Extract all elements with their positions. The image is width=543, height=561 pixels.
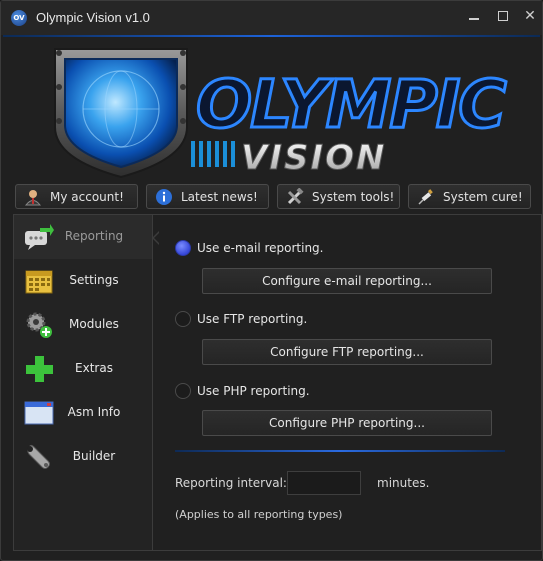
window-icon: [24, 401, 54, 425]
ftp-reporting-label[interactable]: Use FTP reporting.: [197, 312, 307, 326]
interval-unit: minutes.: [377, 476, 430, 490]
email-reporting-radio[interactable]: [175, 240, 191, 256]
minimize-icon: [469, 18, 479, 20]
interval-note: (Applies to all reporting types): [175, 508, 343, 521]
email-reporting-label[interactable]: Use e-mail reporting.: [197, 241, 324, 255]
title-bar: OV Olympic Vision v1.0 ✕: [1, 1, 542, 35]
tools-icon: [287, 188, 304, 205]
configure-email-button[interactable]: Configure e-mail reporting...: [202, 268, 492, 294]
sidebar-item-label: Extras: [75, 361, 113, 375]
maximize-button[interactable]: [492, 5, 514, 27]
gears-icon: [26, 312, 52, 338]
interval-input[interactable]: [287, 471, 361, 495]
system-cure-button[interactable]: System cure!: [408, 184, 531, 209]
user-icon: [24, 190, 42, 206]
section-divider: [175, 450, 505, 452]
my-account-label: My account!: [50, 190, 124, 204]
sidebar-item-label: Settings: [69, 273, 119, 287]
close-icon: ✕: [524, 8, 536, 24]
plus-icon: [26, 356, 53, 382]
info-icon: [156, 189, 172, 205]
sidebar-item-asm-info[interactable]: Asm Info: [14, 391, 152, 435]
speed-stripes: [191, 141, 235, 167]
maximize-icon: [498, 11, 508, 21]
latest-news-label: Latest news!: [181, 190, 258, 204]
sidebar-item-label: Reporting: [64, 229, 124, 243]
sidebar-item-reporting[interactable]: Reporting: [14, 215, 152, 259]
sidebar-item-label: Modules: [69, 317, 119, 331]
title-divider: [3, 35, 540, 37]
configure-ftp-button[interactable]: Configure FTP reporting...: [202, 339, 492, 365]
window-title: Olympic Vision v1.0: [36, 10, 150, 25]
close-button[interactable]: ✕: [519, 5, 541, 27]
configure-php-button[interactable]: Configure PHP reporting...: [202, 410, 492, 436]
ftp-reporting-radio[interactable]: [175, 311, 191, 327]
shield-icon: [54, 48, 188, 179]
interval-label: Reporting interval:: [175, 476, 287, 490]
app-icon: OV: [11, 10, 27, 26]
sidebar-item-extras[interactable]: Extras: [14, 347, 152, 391]
reporting-panel: [153, 214, 542, 551]
system-tools-button[interactable]: System tools!: [277, 184, 400, 209]
banner-logo: OLYMPIC VISION: [54, 48, 510, 179]
php-reporting-label[interactable]: Use PHP reporting.: [197, 384, 310, 398]
system-cure-label: System cure!: [443, 190, 523, 204]
sidebar-item-label: Builder: [72, 449, 116, 463]
app-window: OV Olympic Vision v1.0 ✕ OLYMPIC VISION …: [0, 0, 543, 561]
calendar-icon: [25, 270, 53, 294]
syringe-icon: [418, 189, 433, 205]
my-account-button[interactable]: My account!: [15, 184, 138, 209]
sidebar-item-label: Asm Info: [67, 405, 121, 419]
chat-icon: [25, 224, 54, 250]
sidebar-item-modules[interactable]: Modules: [14, 303, 152, 347]
sidebar-item-settings[interactable]: Settings: [14, 259, 152, 303]
logo-word-vision: VISION: [241, 138, 386, 178]
php-reporting-radio[interactable]: [175, 383, 191, 399]
wrench-icon: [27, 444, 50, 469]
system-tools-label: System tools!: [312, 190, 395, 204]
latest-news-button[interactable]: Latest news!: [146, 184, 269, 209]
logo-word-olympic: OLYMPIC: [196, 66, 506, 143]
sidebar-item-builder[interactable]: Builder: [14, 435, 152, 479]
sidebar: Reporting Settings Modules Extras Asm In…: [13, 214, 160, 551]
minimize-button[interactable]: [463, 5, 485, 27]
